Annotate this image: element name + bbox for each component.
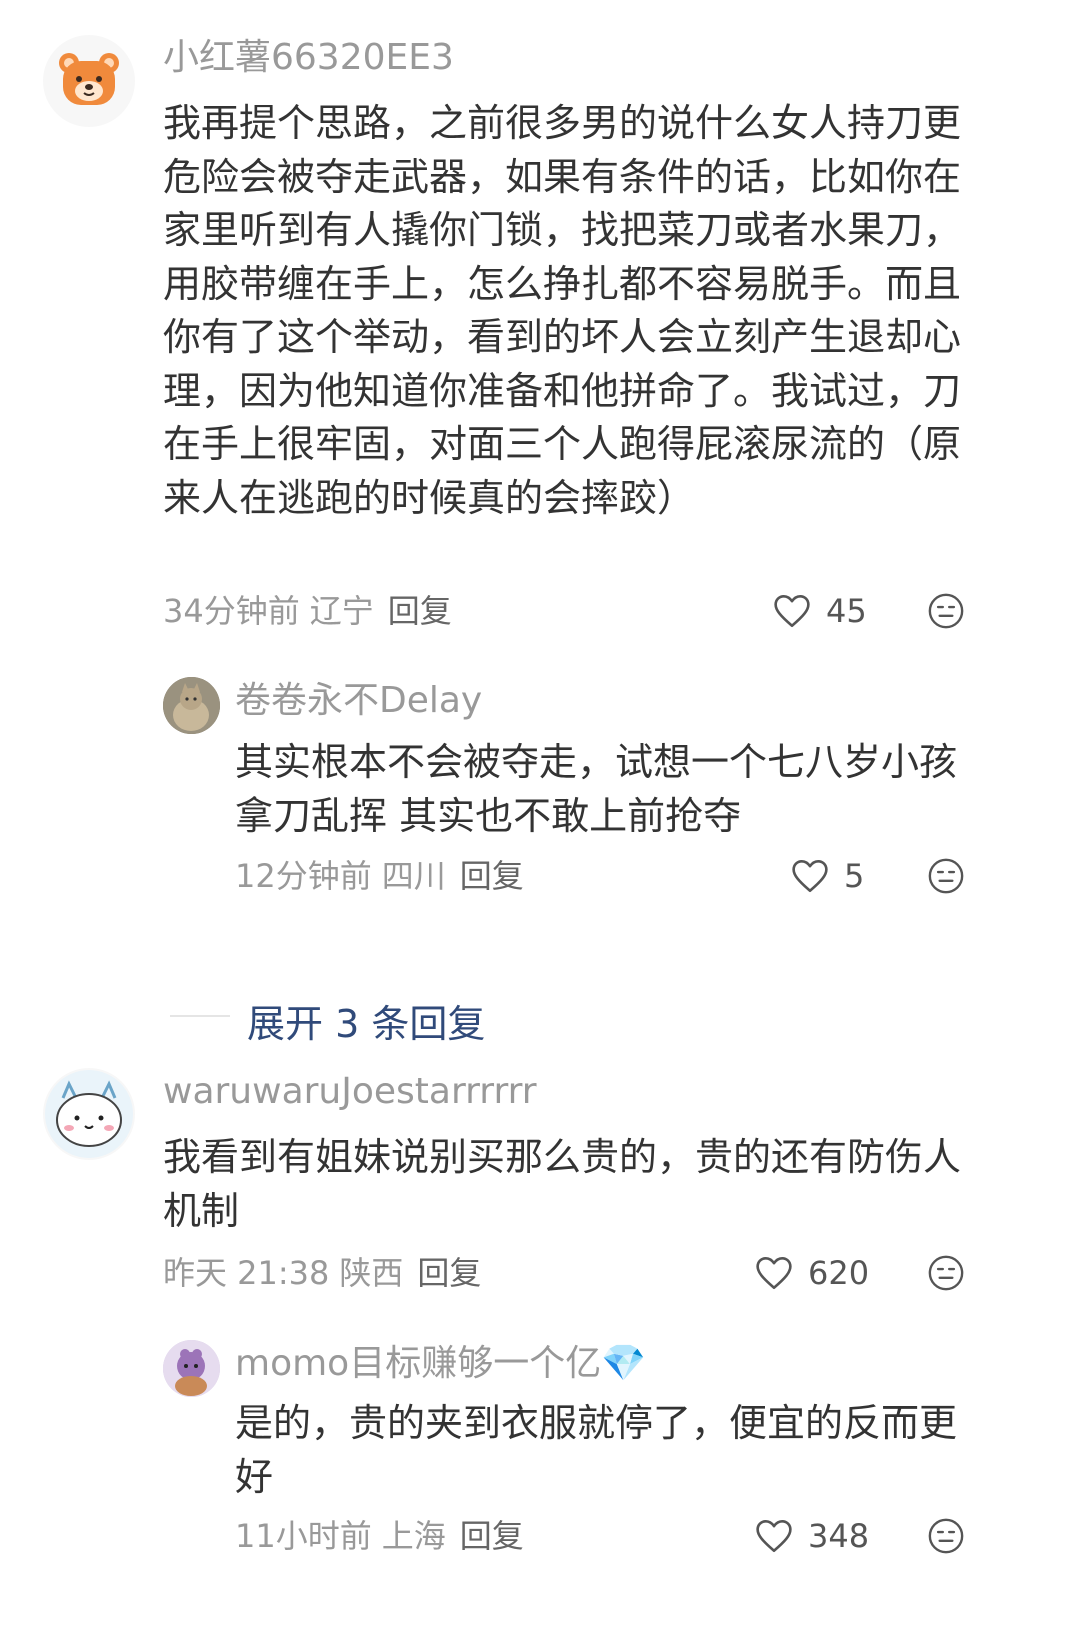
character-avatar-icon bbox=[163, 1340, 220, 1397]
comment-time: 34分钟前 bbox=[163, 592, 300, 630]
reply-text: 是的，贵的夹到衣服就停了，便宜的反而更好 bbox=[235, 1401, 958, 1499]
heart-outline-icon bbox=[756, 1519, 792, 1553]
reply-meta: 12分钟前 四川 回复 bbox=[235, 855, 524, 897]
dislike-button[interactable] bbox=[927, 1254, 965, 1292]
hamster-avatar-icon bbox=[45, 1070, 133, 1158]
like-button[interactable]: 620 bbox=[754, 1252, 869, 1294]
like-button[interactable]: 45 bbox=[772, 590, 867, 632]
comment-time: 昨天 21:38 bbox=[163, 1254, 330, 1292]
reply-meta: 11小时前 上海 回复 bbox=[235, 1515, 524, 1557]
reply-username[interactable]: momo目标赚够一个亿💎 bbox=[235, 1342, 646, 1386]
reply-button[interactable]: 回复 bbox=[388, 592, 452, 630]
reply-button[interactable]: 回复 bbox=[417, 1254, 481, 1292]
heart-outline-icon bbox=[774, 594, 810, 628]
comment-location: 陕西 bbox=[339, 1254, 404, 1292]
like-button[interactable]: 5 bbox=[790, 855, 864, 897]
avatar[interactable] bbox=[163, 677, 220, 734]
neutral-face-icon bbox=[928, 1518, 964, 1554]
comment-location: 辽宁 bbox=[309, 592, 374, 630]
like-count: 5 bbox=[844, 857, 865, 895]
dislike-button[interactable] bbox=[927, 1517, 965, 1555]
reply-location: 四川 bbox=[381, 857, 446, 895]
reply-button[interactable]: 回复 bbox=[460, 857, 524, 895]
dislike-button[interactable] bbox=[927, 857, 965, 895]
comment-text: 我看到有姐妹说别买那么贵的，贵的还有防伤人机制 bbox=[163, 1135, 962, 1233]
cat-avatar-icon bbox=[163, 677, 220, 734]
like-count: 348 bbox=[808, 1517, 870, 1555]
comment-username[interactable]: waruwaruJoestarrrrrr bbox=[163, 1070, 537, 1114]
reply-time: 12分钟前 bbox=[235, 857, 372, 895]
reply-text: 其实根本不会被夺走，试想一个七八岁小孩拿刀乱挥 其实也不敢上前抢夺 bbox=[235, 740, 958, 838]
avatar[interactable] bbox=[43, 1068, 135, 1160]
avatar[interactable] bbox=[43, 35, 135, 127]
comment-meta: 34分钟前 辽宁 回复 bbox=[163, 590, 452, 632]
reply-username[interactable]: 卷卷永不Delay bbox=[235, 679, 482, 723]
like-button[interactable]: 348 bbox=[754, 1515, 869, 1557]
heart-outline-icon bbox=[756, 1256, 792, 1290]
avatar[interactable] bbox=[163, 1340, 220, 1397]
comment-text: 我再提个思路，之前很多男的说什么女人持刀更危险会被夺走武器，如果有条件的话，比如… bbox=[163, 101, 962, 520]
heart-outline-icon bbox=[792, 859, 828, 893]
comment-username[interactable]: 小红薯66320EE3 bbox=[163, 36, 454, 80]
comment-meta: 昨天 21:38 陕西 回复 bbox=[163, 1252, 481, 1294]
neutral-face-icon bbox=[928, 1255, 964, 1291]
neutral-face-icon bbox=[928, 858, 964, 894]
reply-location: 上海 bbox=[381, 1517, 446, 1555]
bear-avatar-icon bbox=[59, 53, 119, 105]
expand-divider bbox=[170, 1015, 230, 1017]
reply-time: 11小时前 bbox=[235, 1517, 372, 1555]
like-count: 620 bbox=[808, 1254, 870, 1292]
expand-replies-button[interactable]: 展开 3 条回复 bbox=[247, 993, 485, 1048]
dislike-button[interactable] bbox=[927, 592, 965, 630]
reply-button[interactable]: 回复 bbox=[460, 1517, 524, 1555]
like-count: 45 bbox=[826, 592, 867, 630]
neutral-face-icon bbox=[928, 593, 964, 629]
